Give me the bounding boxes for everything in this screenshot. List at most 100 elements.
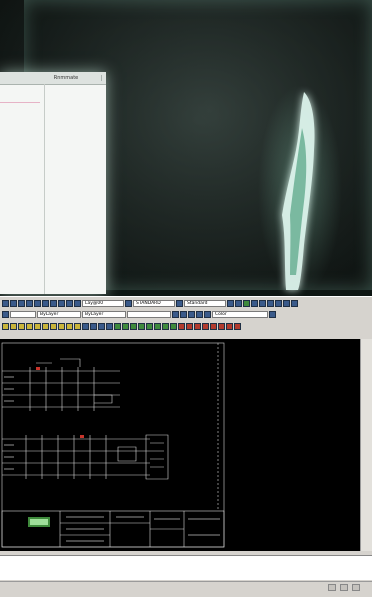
erase-icon[interactable]	[82, 322, 89, 330]
lineweight-combo[interactable]: ByLayer	[82, 310, 126, 318]
design-center-icon[interactable]	[275, 299, 282, 307]
layer-icon[interactable]	[125, 299, 132, 307]
upper-rails	[29, 367, 95, 411]
title-text-dashes	[66, 516, 220, 542]
dimstyle-icon[interactable]	[176, 299, 183, 307]
stretch-icon[interactable]	[146, 322, 153, 330]
dim-baseline-icon[interactable]	[234, 322, 241, 330]
command-line[interactable]	[0, 555, 372, 580]
drawing-border	[1, 342, 225, 548]
status-bar	[0, 581, 372, 594]
label-dashes	[4, 376, 14, 470]
layer-combo[interactable]: Lay@00	[82, 299, 124, 307]
text-style-combo[interactable]: STANDARD	[133, 299, 175, 307]
zoom-window-icon[interactable]	[251, 299, 258, 307]
fillet-icon[interactable]	[186, 322, 193, 330]
line-icon[interactable]	[2, 322, 9, 330]
ortho-toggle[interactable]	[352, 584, 360, 591]
spreadsheet-window[interactable]: Rnmmate	[0, 72, 106, 294]
command-history-2	[0, 564, 372, 572]
trim-icon[interactable]	[154, 322, 161, 330]
column-divider	[44, 84, 45, 294]
row-marker	[0, 102, 40, 103]
red-marker	[80, 435, 84, 438]
title-block	[1, 510, 225, 548]
drawing-canvas[interactable]	[0, 339, 360, 551]
upper-box	[94, 394, 113, 404]
command-prompt[interactable]	[0, 572, 372, 580]
dropdown-icon[interactable]	[269, 310, 276, 318]
array-icon[interactable]	[114, 322, 121, 330]
chamfer-icon[interactable]	[178, 322, 185, 330]
cad-application-window[interactable]: Lay@00 STANDARD Standard ByLayer ByLayer…	[0, 296, 372, 597]
dim-radius-icon[interactable]	[218, 322, 225, 330]
terminal-lines	[150, 442, 164, 468]
dim-angular-icon[interactable]	[226, 322, 233, 330]
scale-icon[interactable]	[138, 322, 145, 330]
copy-object-icon[interactable]	[90, 322, 97, 330]
circle-icon[interactable]	[34, 322, 41, 330]
osnap-icon[interactable]	[204, 310, 211, 318]
rectangle-icon[interactable]	[18, 322, 25, 330]
rotate-icon[interactable]	[130, 322, 137, 330]
pan-icon[interactable]	[235, 299, 242, 307]
text-icon[interactable]	[74, 322, 81, 330]
undo-icon[interactable]	[66, 299, 73, 307]
properties-toolbar: ByLayer ByLayer Color	[0, 309, 372, 319]
tool-palette-icon[interactable]	[283, 299, 290, 307]
command-history-1	[0, 556, 372, 564]
new-icon[interactable]	[2, 299, 9, 307]
copy-icon[interactable]	[50, 299, 57, 307]
dim-aligned-icon[interactable]	[210, 322, 217, 330]
cut-icon[interactable]	[42, 299, 49, 307]
color-combo[interactable]	[10, 310, 36, 318]
explode-icon[interactable]	[194, 322, 201, 330]
preview-icon[interactable]	[34, 299, 41, 307]
schematic-drawing	[1, 342, 225, 548]
ortho-icon[interactable]	[188, 310, 195, 318]
modify-toolbar	[0, 321, 372, 331]
print-icon[interactable]	[26, 299, 33, 307]
help-icon[interactable]	[291, 299, 298, 307]
save-icon[interactable]	[18, 299, 25, 307]
zoom-icon[interactable]	[227, 299, 234, 307]
ellipse-icon[interactable]	[50, 322, 57, 330]
realtime-zoom-icon[interactable]	[243, 299, 250, 307]
snap-icon[interactable]	[172, 310, 179, 318]
plotstyle-combo[interactable]	[127, 310, 171, 318]
vertical-scrollbar[interactable]	[360, 339, 372, 551]
extend-icon[interactable]	[162, 322, 169, 330]
dim-linear-icon[interactable]	[202, 322, 209, 330]
upper-labels-lines	[36, 358, 81, 367]
standard-toolbar: Lay@00 STANDARD Standard	[0, 298, 372, 308]
break-icon[interactable]	[170, 322, 177, 330]
insert-block-icon[interactable]	[58, 322, 65, 330]
dim-style-combo[interactable]: Standard	[184, 299, 226, 307]
grid-icon[interactable]	[180, 310, 187, 318]
layer-manager-icon[interactable]	[2, 310, 9, 318]
polyline-icon[interactable]	[10, 322, 17, 330]
red-marker	[36, 367, 40, 370]
lower-rungs	[2, 438, 150, 476]
hatch-icon[interactable]	[66, 322, 73, 330]
offset-icon[interactable]	[106, 322, 113, 330]
spline-icon[interactable]	[42, 322, 49, 330]
spreadsheet-header: Rnmmate	[0, 72, 106, 85]
column-header-b: Rnmmate	[31, 75, 102, 81]
properties-icon[interactable]	[267, 299, 274, 307]
open-icon[interactable]	[10, 299, 17, 307]
zoom-previous-icon[interactable]	[259, 299, 266, 307]
redo-icon[interactable]	[74, 299, 81, 307]
plot-style-combo[interactable]: Color	[212, 310, 268, 318]
mirror-icon[interactable]	[98, 322, 105, 330]
upper-rungs	[2, 370, 120, 408]
logo-highlight	[30, 519, 48, 525]
lower-rails	[25, 435, 107, 479]
linetype-combo[interactable]: ByLayer	[37, 310, 81, 318]
arc-icon[interactable]	[26, 322, 33, 330]
snap-toggle[interactable]	[328, 584, 336, 591]
grid-toggle[interactable]	[340, 584, 348, 591]
polar-icon[interactable]	[196, 310, 203, 318]
move-icon[interactable]	[122, 322, 129, 330]
paste-icon[interactable]	[58, 299, 65, 307]
